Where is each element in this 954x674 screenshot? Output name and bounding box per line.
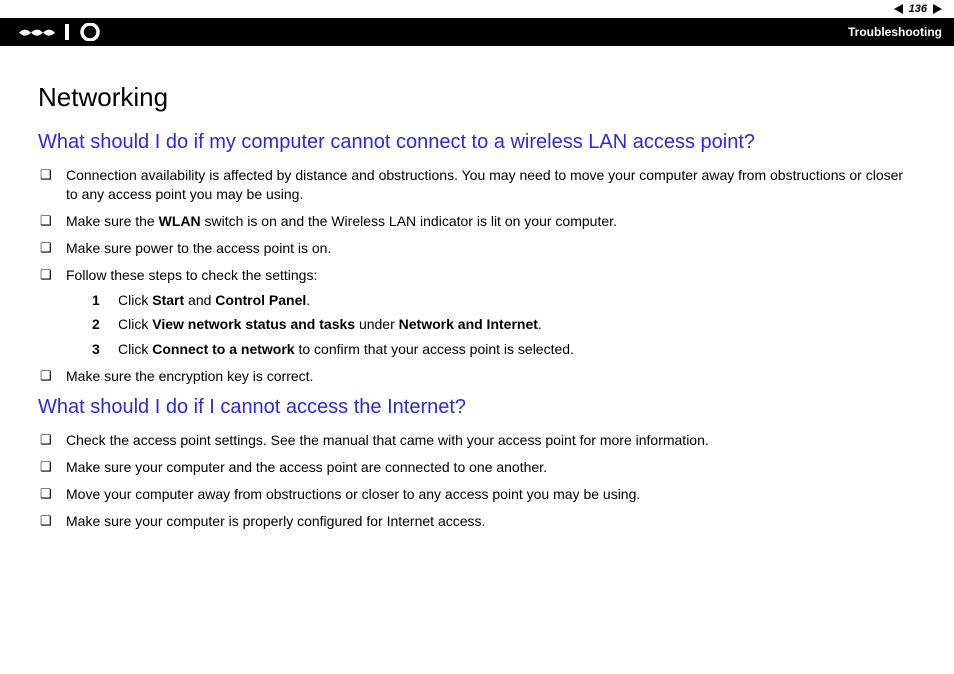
- step-item: 1 Click Start and Control Panel.: [92, 291, 916, 310]
- list-item: Make sure power to the access point is o…: [40, 239, 916, 258]
- question-2-list: Check the access point settings. See the…: [40, 431, 916, 531]
- bold-text: Connect to a network: [152, 341, 294, 357]
- list-item: Check the access point settings. See the…: [40, 431, 916, 450]
- text: under: [355, 316, 399, 332]
- text: and: [184, 292, 215, 308]
- text: Move your computer away from obstruction…: [66, 486, 640, 502]
- question-1-heading: What should I do if my computer cannot c…: [38, 129, 916, 156]
- text: .: [538, 316, 542, 332]
- text: switch is on and the Wireless LAN indica…: [201, 213, 617, 229]
- bold-text: View network status and tasks: [152, 316, 355, 332]
- nav-prev-icon[interactable]: [894, 4, 903, 14]
- list-item: Follow these steps to check the settings…: [40, 266, 916, 360]
- text: Click: [118, 292, 152, 308]
- nav-next-icon[interactable]: [933, 4, 942, 14]
- text: Make sure the: [66, 213, 159, 229]
- text: Check the access point settings. See the…: [66, 432, 709, 448]
- list-item: Connection availability is affected by d…: [40, 166, 916, 204]
- page-title: Networking: [38, 80, 916, 115]
- list-item: Move your computer away from obstruction…: [40, 485, 916, 504]
- bold-text: Start: [152, 292, 184, 308]
- bold-text: Control Panel: [215, 292, 306, 308]
- text: Make sure the encryption key is correct.: [66, 368, 313, 384]
- text: .: [306, 292, 310, 308]
- step-item: 2 Click View network status and tasks un…: [92, 315, 916, 334]
- content-area: Networking What should I do if my comput…: [38, 80, 916, 539]
- page-number: 136: [909, 3, 927, 15]
- text: Click: [118, 316, 152, 332]
- step-number: 3: [92, 340, 100, 359]
- step-item: 3 Click Connect to a network to confirm …: [92, 340, 916, 359]
- list-item: Make sure your computer and the access p…: [40, 458, 916, 477]
- text: Connection availability is affected by d…: [66, 167, 903, 202]
- step-number: 2: [92, 315, 100, 334]
- list-item: Make sure the encryption key is correct.: [40, 367, 916, 386]
- text: Follow these steps to check the settings…: [66, 267, 317, 283]
- text: Make sure your computer and the access p…: [66, 459, 547, 475]
- question-1-list: Connection availability is affected by d…: [40, 166, 916, 386]
- steps-list: 1 Click Start and Control Panel. 2 Click…: [92, 291, 916, 360]
- header-bar: Troubleshooting: [0, 18, 954, 46]
- section-label: Troubleshooting: [848, 25, 942, 39]
- vaio-logo-icon: [18, 23, 104, 41]
- text: Make sure your computer is properly conf…: [66, 513, 485, 529]
- step-number: 1: [92, 291, 100, 310]
- list-item: Make sure your computer is properly conf…: [40, 512, 916, 531]
- text: to confirm that your access point is sel…: [295, 341, 574, 357]
- bold-text: Network and Internet: [399, 316, 538, 332]
- page-nav: 136: [0, 0, 954, 18]
- bold-text: WLAN: [159, 213, 201, 229]
- text: Click: [118, 341, 152, 357]
- list-item: Make sure the WLAN switch is on and the …: [40, 212, 916, 231]
- question-2-heading: What should I do if I cannot access the …: [38, 394, 916, 421]
- text: Make sure power to the access point is o…: [66, 240, 331, 256]
